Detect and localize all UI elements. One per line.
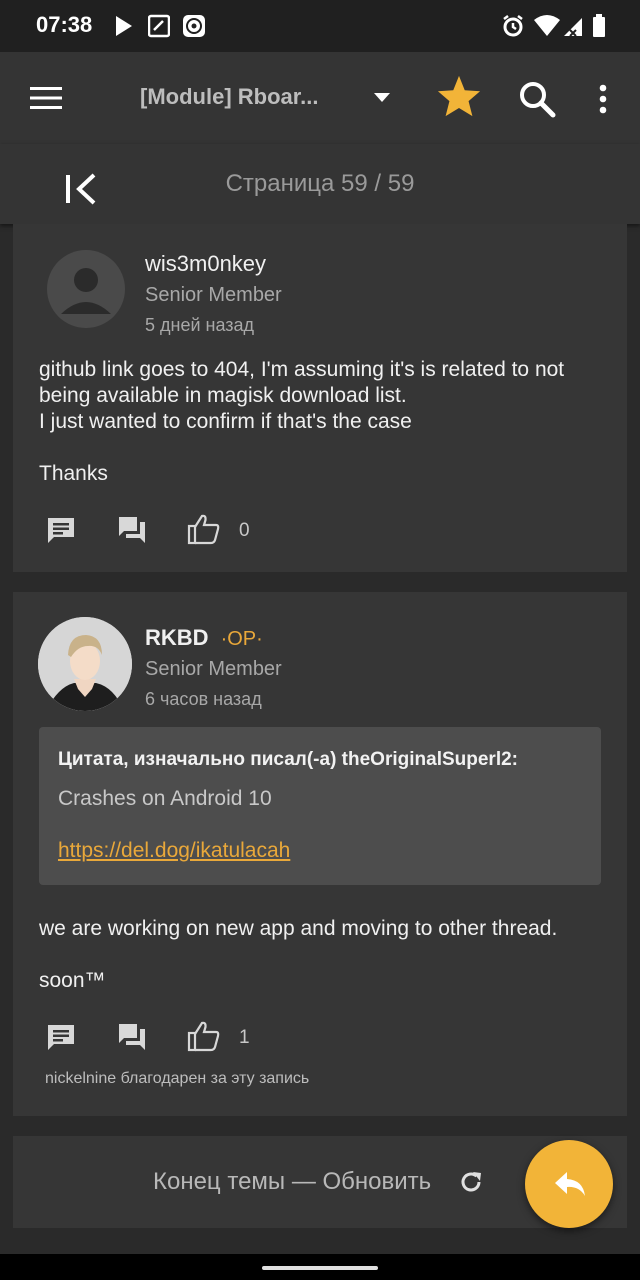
post-time: 5 дней назад (145, 315, 255, 335)
dropdown-arrow-icon[interactable] (372, 92, 392, 104)
like-icon[interactable] (187, 513, 221, 545)
alarm-icon (503, 15, 523, 37)
reply-icon (555, 1172, 585, 1196)
avatar[interactable] (47, 250, 125, 328)
status-bar: 07:38 (0, 0, 640, 52)
post-body: we are working on new app and moving to … (39, 916, 609, 994)
post-body-line: we are working on new app and moving to … (39, 917, 558, 940)
wifi-icon (534, 15, 560, 36)
quote-link[interactable]: https://del.dog/ikatulacah (58, 839, 290, 863)
play-icon (116, 16, 132, 36)
star-icon[interactable] (436, 74, 482, 118)
overflow-menu-icon[interactable] (598, 84, 608, 114)
refresh-icon[interactable] (459, 1170, 483, 1194)
username-text[interactable]: RKBD (145, 625, 209, 650)
username[interactable]: wis3m0nkey (145, 251, 266, 277)
user-role: Senior Member (145, 658, 282, 680)
quote-reply-icon[interactable] (117, 515, 147, 545)
comment-icon[interactable] (46, 515, 76, 545)
end-of-thread-text[interactable]: Конец темы — Обновить (153, 1168, 431, 1196)
status-time: 07:38 (36, 12, 93, 37)
quote-reply-icon[interactable] (117, 1022, 147, 1052)
post-card: RKBD ·OP· Senior Member 6 часов назад Цит… (13, 592, 627, 1116)
user-role: Senior Member (145, 284, 282, 306)
app-bar: [Module] Rboar... (0, 52, 640, 144)
like-count: 1 (239, 1027, 250, 1048)
like-icon[interactable] (187, 1020, 221, 1052)
post-body: github link goes to 404, I'm assuming it… (39, 357, 609, 487)
post-body-line: Thanks (39, 462, 108, 485)
post-body-line: being available in magisk download list. (39, 384, 407, 407)
op-badge: ·OP· (220, 628, 263, 650)
avatar[interactable] (38, 617, 132, 711)
thread-title[interactable]: [Module] Rboar... (140, 84, 318, 110)
quote-header[interactable]: Цитата, изначально писал(-а) theOriginal… (58, 749, 518, 771)
username[interactable]: RKBD ·OP· (145, 625, 263, 651)
comment-icon[interactable] (46, 1022, 76, 1052)
app-notification-icon (183, 15, 205, 37)
post-body-line: github link goes to 404, I'm assuming it… (39, 358, 565, 381)
post-body-line: I just wanted to confirm if that's the c… (39, 410, 412, 433)
menu-icon[interactable] (30, 86, 62, 110)
battery-icon (593, 14, 605, 37)
quote-block: Цитата, изначально писал(-а) theOriginal… (39, 727, 601, 885)
post-card: wis3m0nkey Senior Member 5 дней назад gi… (13, 224, 627, 572)
post-body-line: soon™ (39, 969, 106, 992)
thanks-note[interactable]: nickelnine благодарен за эту запись (45, 1070, 309, 1088)
reply-fab[interactable] (525, 1140, 613, 1228)
post-time: 6 часов назад (145, 689, 262, 709)
pagination-bar: Страница 59 / 59 (0, 144, 640, 224)
user-photo (38, 617, 132, 711)
page-indicator[interactable]: Страница 59 / 59 (0, 170, 640, 198)
home-gesture-handle[interactable] (262, 1266, 378, 1270)
search-icon[interactable] (518, 80, 556, 118)
like-count: 0 (239, 520, 250, 541)
cellular-icon (564, 18, 582, 37)
screenshot-icon (148, 14, 170, 38)
default-avatar-icon (61, 268, 111, 314)
system-nav-bar (0, 1254, 640, 1280)
quote-text: Crashes on Android 10 (58, 787, 272, 810)
